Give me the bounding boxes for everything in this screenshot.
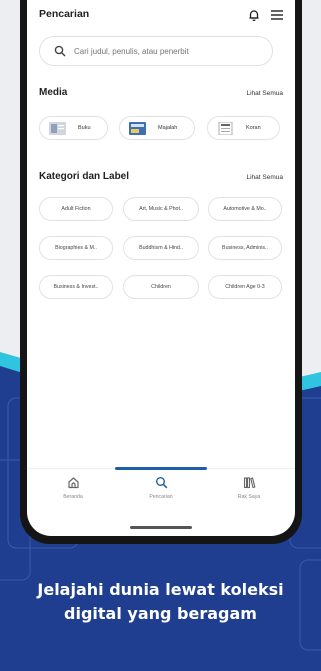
screen-header: Pencarian bbox=[39, 8, 285, 26]
category-chip[interactable]: Children bbox=[123, 275, 199, 299]
app-screen: Pencarian Media Lihat Semua bbox=[27, 0, 295, 536]
media-label: Koran bbox=[246, 125, 261, 131]
menu-icon[interactable] bbox=[270, 9, 284, 21]
home-indicator bbox=[130, 526, 192, 529]
phone-frame: Pencarian Media Lihat Semua bbox=[20, 0, 302, 544]
media-label: Buku bbox=[78, 125, 91, 131]
nav-active-indicator bbox=[115, 467, 207, 470]
bottom-nav: Beranda Pencarian Rak Saya bbox=[27, 467, 295, 514]
tagline-line-1: Jelajahi dunia lewat koleksi bbox=[37, 580, 284, 599]
home-icon bbox=[67, 477, 79, 489]
page-title: Pencarian bbox=[39, 8, 90, 20]
media-see-all-link[interactable]: Lihat Semua bbox=[247, 90, 284, 97]
category-chip[interactable]: Automotive & Mo.. bbox=[208, 197, 282, 221]
nav-label: Beranda bbox=[63, 494, 83, 500]
magazine-thumbnail bbox=[129, 122, 146, 135]
media-section-title: Media bbox=[39, 87, 68, 98]
search-icon bbox=[155, 477, 167, 489]
category-chip[interactable]: Business, Adminis.. bbox=[208, 236, 282, 260]
media-item-buku[interactable]: Buku bbox=[39, 116, 108, 140]
categories-section-title: Kategori dan Label bbox=[39, 171, 130, 182]
category-chip[interactable]: Children Age 0-3 bbox=[208, 275, 282, 299]
nav-item-pencarian[interactable]: Pencarian bbox=[131, 473, 191, 513]
media-item-koran[interactable]: Koran bbox=[207, 116, 280, 140]
nav-item-rak-saya[interactable]: Rak Saya bbox=[219, 473, 279, 513]
category-chip[interactable]: Biographies & M.. bbox=[39, 236, 113, 260]
nav-label: Rak Saya bbox=[237, 494, 261, 500]
media-label: Majalah bbox=[158, 125, 178, 131]
tagline-line-2: digital yang beragam bbox=[64, 604, 257, 623]
categories-see-all-link[interactable]: Lihat Semua bbox=[247, 174, 284, 181]
nav-label: Pencarian bbox=[149, 494, 173, 500]
nav-item-beranda[interactable]: Beranda bbox=[43, 473, 103, 513]
search-icon bbox=[54, 45, 66, 57]
category-chip[interactable]: Adult Fiction bbox=[39, 197, 113, 221]
search-bar[interactable] bbox=[39, 36, 273, 66]
newspaper-thumbnail bbox=[218, 122, 233, 135]
category-chip[interactable]: Business & Invest.. bbox=[39, 275, 113, 299]
search-input[interactable] bbox=[74, 43, 264, 59]
book-thumbnail bbox=[49, 122, 66, 135]
bookshelf-icon bbox=[243, 477, 255, 489]
category-chip[interactable]: Art, Music & Phot.. bbox=[123, 197, 199, 221]
bell-icon[interactable] bbox=[247, 8, 261, 22]
media-item-majalah[interactable]: Majalah bbox=[119, 116, 195, 140]
category-chip[interactable]: Buddhism & Hind.. bbox=[123, 236, 199, 260]
promo-tagline: Jelajahi dunia lewat koleksi digital yan… bbox=[0, 578, 321, 626]
